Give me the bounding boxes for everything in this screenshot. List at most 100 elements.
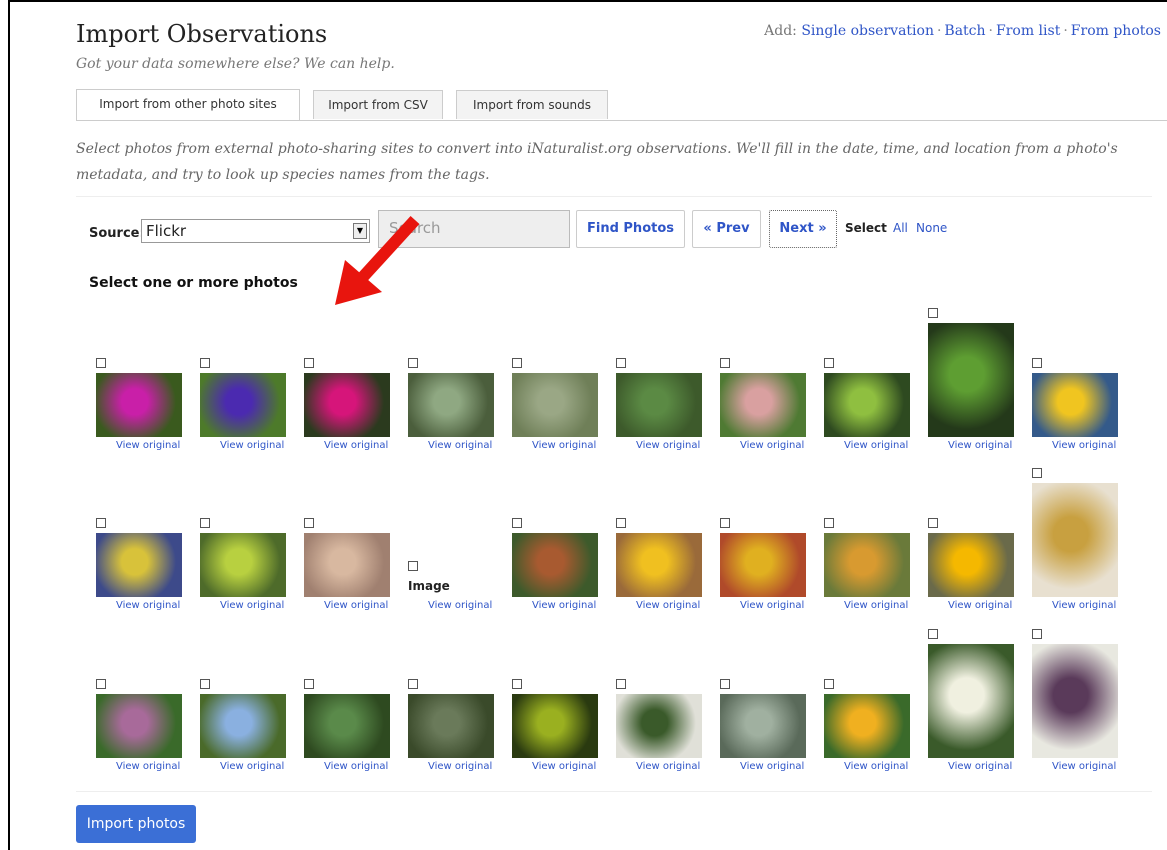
photo-checkbox[interactable] <box>96 518 106 528</box>
photo-checkbox[interactable] <box>1032 629 1042 639</box>
photo-thumbnail[interactable] <box>928 644 1014 758</box>
view-original-link[interactable]: View original <box>220 440 284 451</box>
photo-checkbox[interactable] <box>824 358 834 368</box>
photo-checkbox[interactable] <box>200 679 210 689</box>
photo-thumbnail[interactable] <box>824 533 910 597</box>
photo-checkbox[interactable] <box>304 518 314 528</box>
view-original-link[interactable]: View original <box>532 440 596 451</box>
photo-checkbox[interactable] <box>720 518 730 528</box>
photo-thumbnail[interactable] <box>1032 644 1118 758</box>
view-original-link[interactable]: View original <box>116 600 180 611</box>
photo-thumbnail[interactable] <box>720 694 806 758</box>
photo-thumbnail[interactable] <box>408 694 494 758</box>
prev-button[interactable]: « Prev <box>692 210 761 248</box>
view-original-link[interactable]: View original <box>1052 440 1116 451</box>
photo-checkbox[interactable] <box>928 518 938 528</box>
photo-checkbox[interactable] <box>1032 358 1042 368</box>
photo-checkbox[interactable] <box>408 561 418 571</box>
photo-checkbox[interactable] <box>408 358 418 368</box>
view-original-link[interactable]: View original <box>948 440 1012 451</box>
view-original-link[interactable]: View original <box>220 600 284 611</box>
view-original-link[interactable]: View original <box>324 761 388 772</box>
photo-thumbnail[interactable] <box>720 533 806 597</box>
photo-checkbox[interactable] <box>616 358 626 368</box>
view-original-link[interactable]: View original <box>948 761 1012 772</box>
photo-thumbnail[interactable] <box>720 373 806 437</box>
view-original-link[interactable]: View original <box>636 440 700 451</box>
photo-thumbnail[interactable] <box>616 694 702 758</box>
photo-checkbox[interactable] <box>616 518 626 528</box>
photo-checkbox[interactable] <box>408 679 418 689</box>
photo-thumbnail[interactable] <box>512 373 598 437</box>
add-from-list-link[interactable]: From list <box>996 23 1060 39</box>
photo-checkbox[interactable] <box>824 518 834 528</box>
add-single-observation-link[interactable]: Single observation <box>801 23 934 39</box>
photo-checkbox[interactable] <box>824 679 834 689</box>
next-button[interactable]: Next » <box>769 210 837 248</box>
view-original-link[interactable]: View original <box>740 761 804 772</box>
select-none-link[interactable]: None <box>916 221 947 235</box>
photo-checkbox[interactable] <box>720 358 730 368</box>
view-original-link[interactable]: View original <box>1052 761 1116 772</box>
view-original-link[interactable]: View original <box>428 440 492 451</box>
photo-checkbox[interactable] <box>96 679 106 689</box>
photo-checkbox[interactable] <box>96 358 106 368</box>
photo-thumbnail[interactable] <box>200 694 286 758</box>
add-batch-link[interactable]: Batch <box>944 23 985 39</box>
photo-thumbnail[interactable] <box>96 694 182 758</box>
photo-thumbnail[interactable] <box>512 694 598 758</box>
photo-checkbox[interactable] <box>200 518 210 528</box>
view-original-link[interactable]: View original <box>1052 600 1116 611</box>
photo-checkbox[interactable] <box>512 679 522 689</box>
select-all-link[interactable]: All <box>893 221 908 235</box>
photo-thumbnail[interactable] <box>200 533 286 597</box>
view-original-link[interactable]: View original <box>636 600 700 611</box>
photo-thumbnail[interactable] <box>616 533 702 597</box>
view-original-link[interactable]: View original <box>116 440 180 451</box>
view-original-link[interactable]: View original <box>636 761 700 772</box>
photo-checkbox[interactable] <box>512 518 522 528</box>
photo-thumbnail[interactable] <box>1032 483 1118 597</box>
photo-thumbnail[interactable] <box>928 533 1014 597</box>
photo-thumbnail[interactable] <box>304 373 390 437</box>
view-original-link[interactable]: View original <box>116 761 180 772</box>
view-original-link[interactable]: View original <box>532 761 596 772</box>
view-original-link[interactable]: View original <box>948 600 1012 611</box>
photo-checkbox[interactable] <box>304 679 314 689</box>
find-photos-button[interactable]: Find Photos <box>576 210 685 248</box>
view-original-link[interactable]: View original <box>532 600 596 611</box>
tab-csv[interactable]: Import from CSV <box>313 90 443 119</box>
photo-thumbnail[interactable] <box>1032 373 1118 437</box>
view-original-link[interactable]: View original <box>844 440 908 451</box>
photo-thumbnail[interactable] <box>304 533 390 597</box>
import-photos-button[interactable]: Import photos <box>76 805 196 843</box>
photo-checkbox[interactable] <box>512 358 522 368</box>
photo-checkbox[interactable] <box>928 629 938 639</box>
photo-thumbnail[interactable] <box>408 373 494 437</box>
view-original-link[interactable]: View original <box>324 440 388 451</box>
photo-thumbnail[interactable] <box>824 373 910 437</box>
view-original-link[interactable]: View original <box>844 761 908 772</box>
photo-thumbnail[interactable] <box>512 533 598 597</box>
photo-thumbnail[interactable] <box>96 373 182 437</box>
photo-thumbnail[interactable] <box>96 533 182 597</box>
photo-checkbox[interactable] <box>304 358 314 368</box>
photo-checkbox[interactable] <box>1032 468 1042 478</box>
tab-other-photo-sites[interactable]: Import from other photo sites <box>76 89 300 120</box>
add-from-photos-link[interactable]: From photos <box>1071 23 1161 39</box>
view-original-link[interactable]: View original <box>740 440 804 451</box>
photo-thumbnail[interactable] <box>928 323 1014 437</box>
photo-checkbox[interactable] <box>720 679 730 689</box>
view-original-link[interactable]: View original <box>844 600 908 611</box>
photo-thumbnail[interactable] <box>200 373 286 437</box>
tab-sounds[interactable]: Import from sounds <box>456 90 608 119</box>
photo-checkbox[interactable] <box>928 308 938 318</box>
view-original-link[interactable]: View original <box>220 761 284 772</box>
photo-checkbox[interactable] <box>616 679 626 689</box>
view-original-link[interactable]: View original <box>428 600 492 611</box>
view-original-link[interactable]: View original <box>428 761 492 772</box>
photo-thumbnail[interactable] <box>304 694 390 758</box>
photo-thumbnail[interactable] <box>824 694 910 758</box>
view-original-link[interactable]: View original <box>740 600 804 611</box>
photo-checkbox[interactable] <box>200 358 210 368</box>
